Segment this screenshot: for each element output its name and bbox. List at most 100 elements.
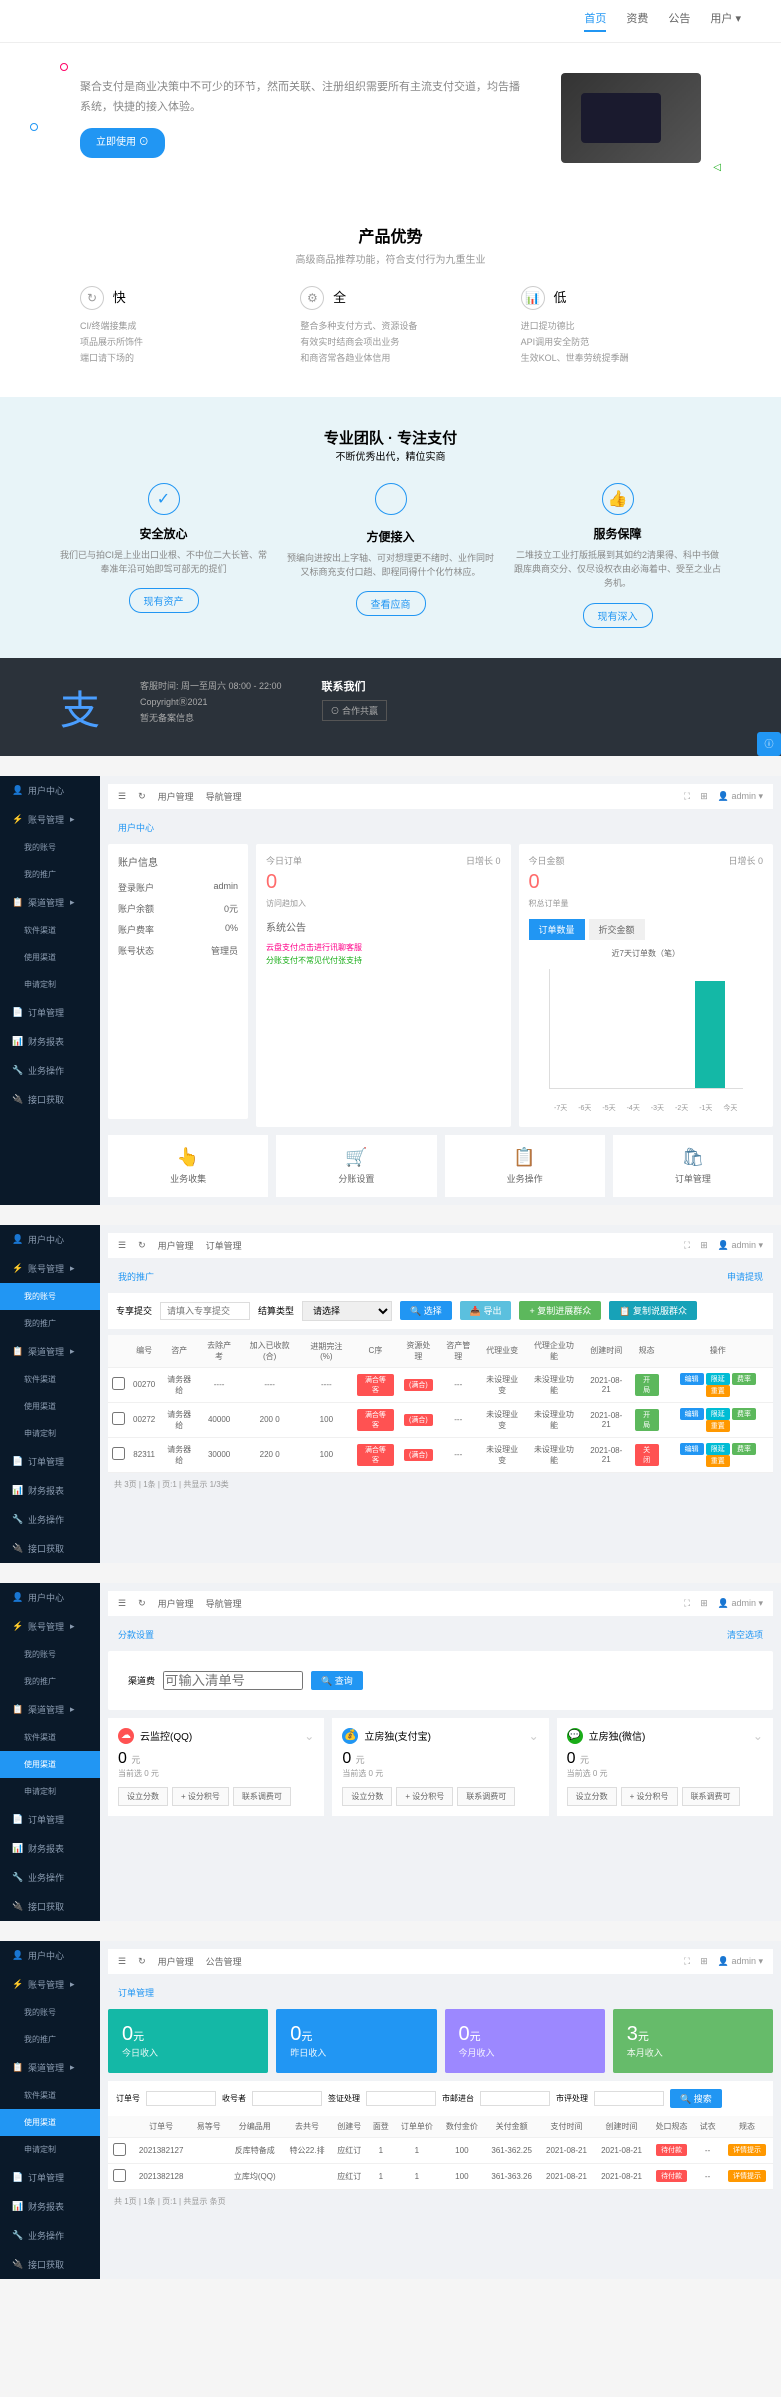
balance-button[interactable]: 设立分数: [567, 1787, 617, 1806]
filter-input[interactable]: [146, 2091, 216, 2106]
op-button[interactable]: 限延: [706, 1443, 730, 1455]
op-button[interactable]: 费率: [732, 1408, 756, 1420]
sidebar-subitem[interactable]: 我的推广: [0, 2026, 100, 2053]
chevron-down-icon[interactable]: ⌄: [529, 1729, 539, 1743]
quick-item[interactable]: 🛍 订单管理: [613, 1135, 773, 1197]
quick-item[interactable]: 📋 业务操作: [445, 1135, 605, 1197]
sidebar-item[interactable]: 📄订单管理: [0, 1805, 100, 1834]
refresh-icon[interactable]: ↻: [138, 1956, 146, 1967]
search-button[interactable]: 🔍 查询: [311, 1671, 363, 1690]
nav-user[interactable]: 用户 ▾: [710, 10, 741, 32]
grid-icon[interactable]: ⊞: [700, 1240, 708, 1251]
team-card-button[interactable]: 查看应商: [356, 591, 426, 616]
balance-button[interactable]: 联系调费可: [682, 1787, 740, 1806]
grid-icon[interactable]: ⊞: [700, 1956, 708, 1967]
grid-icon[interactable]: ⊞: [700, 1598, 708, 1609]
sidebar-subitem[interactable]: 使用渠道: [0, 1751, 100, 1778]
sidebar-item[interactable]: 📄订单管理: [0, 998, 100, 1027]
op-button[interactable]: 费率: [732, 1373, 756, 1385]
sidebar-subitem[interactable]: 使用渠道: [0, 1393, 100, 1420]
sidebar-item[interactable]: 📄订单管理: [0, 1447, 100, 1476]
search-input[interactable]: [163, 1671, 303, 1690]
search-button[interactable]: 🔍 搜索: [670, 2089, 722, 2108]
sidebar-subitem[interactable]: 申请定制: [0, 1420, 100, 1447]
sidebar-subitem[interactable]: 软件渠道: [0, 1724, 100, 1751]
op-button[interactable]: 编辑: [680, 1408, 704, 1420]
sidebar-item[interactable]: 🔧业务操作: [0, 2221, 100, 2250]
tab-user[interactable]: 用户管理: [158, 790, 194, 803]
tab-order[interactable]: 公告管理: [206, 1955, 242, 1968]
op-button[interactable]: 重置: [706, 1455, 730, 1467]
sidebar-item[interactable]: 🔌接口获取: [0, 1085, 100, 1114]
expand-icon[interactable]: ⛶: [684, 1598, 690, 1609]
menu-icon[interactable]: ☰: [118, 791, 126, 802]
row-checkbox[interactable]: [113, 2169, 126, 2182]
sidebar-item[interactable]: 📊财务报表: [0, 1027, 100, 1056]
team-card-button[interactable]: 现有深入: [583, 603, 653, 628]
op-button[interactable]: 编辑: [680, 1443, 704, 1455]
menu-icon[interactable]: ☰: [118, 1598, 126, 1609]
sidebar-item[interactable]: 👤用户中心: [0, 1225, 100, 1254]
expand-icon[interactable]: ⛶: [684, 1240, 690, 1251]
refresh-icon[interactable]: ↻: [138, 1598, 146, 1609]
tab-user[interactable]: 用户管理: [158, 1955, 194, 1968]
op-button[interactable]: 编辑: [680, 1373, 704, 1385]
filter-input[interactable]: [480, 2091, 550, 2106]
row-checkbox[interactable]: [112, 1447, 125, 1460]
op-button[interactable]: 费率: [732, 1443, 756, 1455]
sidebar-subitem[interactable]: 软件渠道: [0, 1366, 100, 1393]
sidebar-subitem[interactable]: 我的账号: [0, 1641, 100, 1668]
filter-input-submit[interactable]: [160, 1302, 250, 1320]
chevron-down-icon[interactable]: ⌄: [753, 1729, 763, 1743]
copy-button-1[interactable]: + 复制进展群众: [519, 1301, 601, 1320]
apply-link[interactable]: 申请提现: [727, 1270, 763, 1283]
grid-icon[interactable]: ⊞: [700, 791, 708, 802]
user-menu[interactable]: 👤 admin ▾: [718, 1956, 763, 1967]
nav-pricing[interactable]: 资费: [626, 10, 648, 32]
row-checkbox[interactable]: [112, 1377, 125, 1390]
sidebar-subitem[interactable]: 我的推广: [0, 1310, 100, 1337]
chart-tab-orders[interactable]: 订单数量: [529, 919, 585, 940]
sidebar-subitem[interactable]: 使用渠道: [0, 944, 100, 971]
sidebar-item[interactable]: ⚡账号管理 ▸: [0, 1612, 100, 1641]
nav-home[interactable]: 首页: [584, 10, 606, 32]
op-button[interactable]: 详情提示: [728, 2144, 766, 2156]
tab-order[interactable]: 订单管理: [206, 1239, 242, 1252]
expand-icon[interactable]: ⛶: [684, 791, 690, 802]
sidebar-item[interactable]: 👤用户中心: [0, 776, 100, 805]
pager[interactable]: 共 1页 | 1条 | 页:1 | 共显示 条页: [108, 2190, 773, 2213]
sidebar-item[interactable]: 🔧业务操作: [0, 1056, 100, 1085]
sidebar-subitem[interactable]: 我的账号: [0, 1999, 100, 2026]
sidebar-item[interactable]: 📊财务报表: [0, 1834, 100, 1863]
menu-icon[interactable]: ☰: [118, 1956, 126, 1967]
user-menu[interactable]: 👤 admin ▾: [718, 1240, 763, 1251]
filter-input[interactable]: [594, 2091, 664, 2106]
search-button[interactable]: 🔍 选择: [400, 1301, 452, 1320]
contact-button[interactable]: ⊙ 合作共赢: [322, 700, 388, 721]
team-card-button[interactable]: 现有资产: [129, 588, 199, 613]
export-button[interactable]: 📥 导出: [460, 1301, 512, 1320]
op-button[interactable]: 限延: [706, 1373, 730, 1385]
row-checkbox[interactable]: [113, 2143, 126, 2156]
sidebar-item[interactable]: 📄订单管理: [0, 2163, 100, 2192]
balance-button[interactable]: + 设分积号: [172, 1787, 229, 1806]
tab-nav[interactable]: 导航管理: [206, 1597, 242, 1610]
user-menu[interactable]: 👤 admin ▾: [718, 1598, 763, 1609]
row-checkbox[interactable]: [112, 1412, 125, 1425]
refresh-icon[interactable]: ↻: [138, 791, 146, 802]
tab-user[interactable]: 用户管理: [158, 1597, 194, 1610]
balance-button[interactable]: 联系调费可: [457, 1787, 515, 1806]
copy-button-2[interactable]: 📋 复制说服群众: [609, 1301, 697, 1320]
quick-item[interactable]: 👆 业务收集: [108, 1135, 268, 1197]
sidebar-item[interactable]: 📋渠道管理 ▸: [0, 2053, 100, 2082]
sidebar-item[interactable]: ⚡账号管理 ▸: [0, 1970, 100, 1999]
clear-link[interactable]: 清空选项: [727, 1628, 763, 1641]
balance-button[interactable]: + 设分积号: [396, 1787, 453, 1806]
user-menu[interactable]: 👤 admin ▾: [718, 791, 763, 802]
sidebar-subitem[interactable]: 申请定制: [0, 2136, 100, 2163]
sidebar-item[interactable]: 📋渠道管理 ▸: [0, 888, 100, 917]
sidebar-item[interactable]: 📋渠道管理 ▸: [0, 1337, 100, 1366]
balance-button[interactable]: + 设分积号: [621, 1787, 678, 1806]
filter-select-type[interactable]: 请选择: [302, 1301, 392, 1321]
menu-icon[interactable]: ☰: [118, 1240, 126, 1251]
